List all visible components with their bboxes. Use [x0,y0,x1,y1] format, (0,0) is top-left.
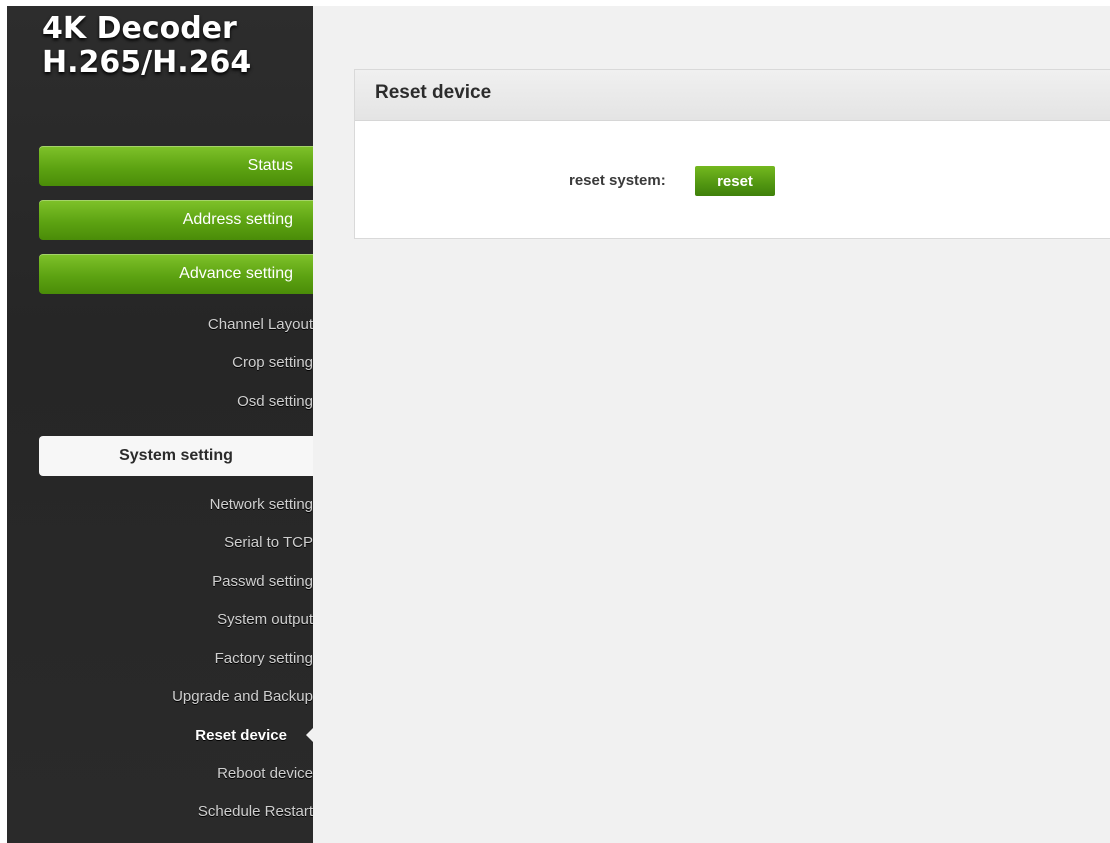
nav-item-reboot-device[interactable]: Reboot device [217,765,313,782]
nav-item-factory-setting[interactable]: Factory setting [215,650,313,667]
nav-item-schedule-restart[interactable]: Schedule Restart [198,803,313,820]
nav-status[interactable]: Status [39,146,313,186]
reset-button[interactable]: reset [695,166,775,196]
nav-advance-setting[interactable]: Advance setting [39,254,313,294]
nav-item-osd-setting[interactable]: Osd setting [237,393,313,410]
nav-item-system-output[interactable]: System output [217,611,313,628]
brand-title: 4K Decoder H.265/H.264 [42,12,251,80]
nav-item-crop-setting[interactable]: Crop setting [232,354,313,371]
reset-panel: Reset device reset system: reset [354,69,1110,239]
brand-line2: H.265/H.264 [42,45,252,80]
sidebar [7,6,313,843]
nav-item-passwd-setting[interactable]: Passwd setting [212,573,313,590]
left-border [0,6,7,843]
nav-item-channel-layout[interactable]: Channel Layout [208,316,313,333]
nav-address-setting[interactable]: Address setting [39,200,313,240]
nav-item-upgrade-backup[interactable]: Upgrade and Backup [172,688,313,705]
nav-item-serial-to-tcp[interactable]: Serial to TCP [224,534,313,551]
nav-item-reset-device[interactable]: Reset device [195,727,287,744]
panel-title: Reset device [375,82,492,103]
brand-line1: 4K Decoder [42,11,237,46]
nav-system-setting[interactable]: System setting [39,436,313,476]
active-caret-icon [306,728,313,742]
reset-system-label: reset system: [569,172,666,189]
nav-item-network-setting[interactable]: Network setting [210,496,313,513]
